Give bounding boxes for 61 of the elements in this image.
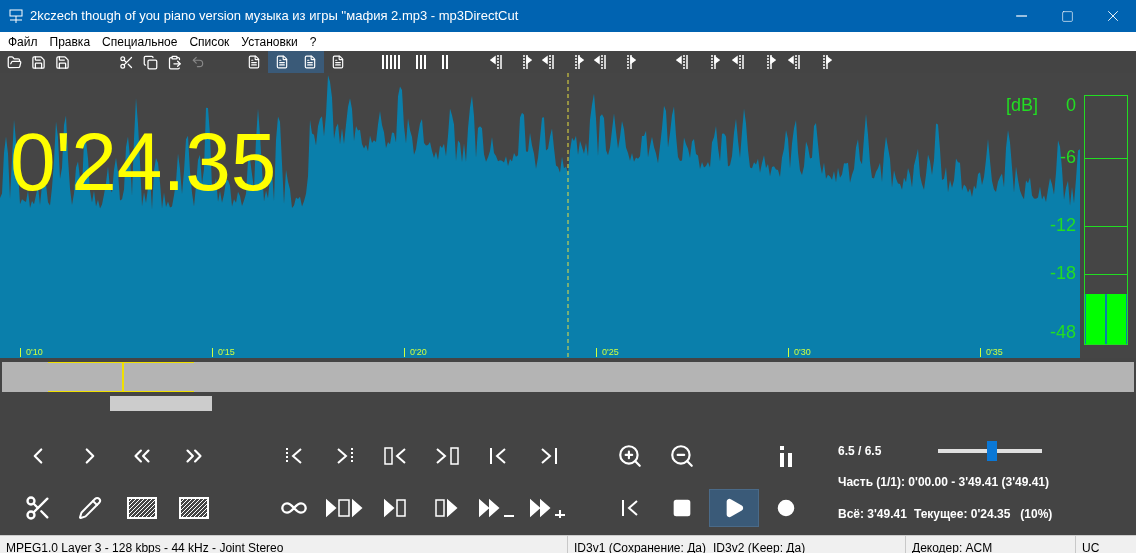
- save-list-icon[interactable]: [54, 54, 70, 70]
- selection-icon[interactable]: [127, 497, 157, 519]
- play-selection-icon[interactable]: [324, 498, 365, 518]
- timeline-label: 0'20: [404, 348, 427, 357]
- document-icon: [275, 55, 289, 69]
- meter-scale-label: -12: [1050, 216, 1076, 234]
- transport-button[interactable]: [709, 489, 759, 527]
- slider-thumb[interactable]: [987, 441, 998, 461]
- menu-item[interactable]: Правка: [43, 32, 97, 51]
- app-icon: [8, 8, 24, 24]
- split-icon[interactable]: [442, 55, 450, 69]
- copy-icon[interactable]: [142, 54, 158, 70]
- record-icon[interactable]: [777, 499, 795, 517]
- minimize-icon: [1015, 15, 1027, 17]
- play-to-marker-icon[interactable]: [382, 498, 409, 518]
- menu-item[interactable]: Файл: [2, 32, 44, 51]
- position-percent: (10%): [1020, 506, 1053, 523]
- volume-reading: 6.5 / 6.5: [838, 443, 883, 460]
- timeline-label: 0'30: [788, 348, 811, 357]
- meter-scale-label: 0: [1066, 96, 1076, 114]
- playhead-line: [122, 362, 124, 392]
- undo-icon[interactable]: [191, 55, 205, 69]
- cut-icon[interactable]: [24, 494, 52, 522]
- timeline-label: 0'35: [980, 348, 1003, 357]
- volume-slider[interactable]: [938, 441, 1042, 461]
- menu-item[interactable]: Специальное: [96, 32, 184, 51]
- maximize-icon: [1060, 9, 1074, 23]
- play-from-marker-icon[interactable]: [433, 498, 460, 518]
- timeline-label: 0'25: [596, 348, 619, 357]
- meter-scale-label: -48: [1050, 323, 1076, 341]
- menu-item[interactable]: ?: [303, 32, 323, 51]
- document-icon: [331, 55, 345, 69]
- total-duration: Всё: 3'49.41: [838, 506, 907, 523]
- selection-fill-icon[interactable]: [179, 497, 209, 519]
- position-display: 0'24.35: [10, 121, 277, 203]
- part-info: Часть (1/1): 0'00.00 - 3'49.41 (3'49.41): [838, 474, 1051, 491]
- timeline-label: 0'15: [212, 348, 235, 357]
- timeline-label: 0'10: [20, 348, 43, 357]
- menu-item[interactable]: Установки: [235, 32, 304, 51]
- document-icon: [303, 55, 317, 69]
- scroll-thumb[interactable]: [110, 396, 212, 411]
- document-icon: [247, 55, 261, 69]
- meter-unit: [dB]: [1006, 96, 1039, 114]
- document-button[interactable]: [268, 51, 296, 73]
- menu-item[interactable]: Список: [183, 32, 236, 51]
- markers-icon[interactable]: [382, 55, 402, 69]
- meter-scale-label: -18: [1050, 264, 1076, 282]
- save-icon[interactable]: [30, 54, 46, 70]
- document-button[interactable]: [296, 51, 324, 73]
- marker-icon[interactable]: [416, 55, 428, 69]
- meter-scale-label: -6: [1060, 148, 1076, 166]
- open-folder-icon[interactable]: [6, 54, 22, 70]
- pencil-icon[interactable]: [78, 496, 102, 520]
- zoom-in-icon[interactable]: [617, 443, 643, 469]
- stop-icon[interactable]: [672, 498, 692, 518]
- window-title: 2kczech though of you piano version музыка из игры ''мафия 2.mp3 - mp3DirectCut: [30, 7, 519, 26]
- paste-icon[interactable]: [166, 54, 182, 70]
- current-position: Текущее: 0'24.35: [913, 506, 1011, 523]
- zoom-out-icon[interactable]: [669, 443, 695, 469]
- cut-icon[interactable]: [118, 54, 134, 70]
- status-text: UC: [1075, 536, 1136, 553]
